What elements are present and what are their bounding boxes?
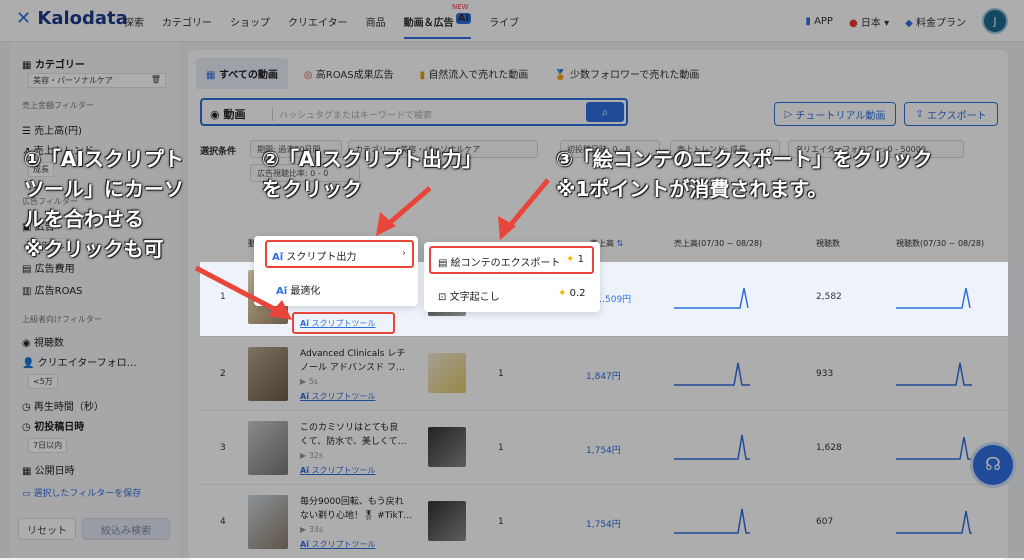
transcript-icon: ⊡ <box>438 292 447 303</box>
annotation-step1: ①「AIスクリプト ツール」にカーソ ルを合わせる ※クリックも可 <box>24 144 184 264</box>
transcript-item[interactable]: ⊡ 文字起こし <box>438 288 500 303</box>
annotation-step3-line1: ③「絵コンテのエクスポート」をクリック <box>556 147 933 171</box>
transcript-label: 文字起こし <box>449 292 500 303</box>
row-rank: 1 <box>220 292 226 302</box>
annotation-step1-line1: ①「AIスクリプト <box>24 147 184 171</box>
sales-sparkline <box>674 287 749 309</box>
highlight-ai-script-tool <box>292 312 395 334</box>
annotation-step1-line4: ※クリックも可 <box>24 237 164 261</box>
annotation-step2-line2: をクリック <box>262 177 362 201</box>
transcript-cost-value: 0.2 <box>569 288 586 299</box>
sparkle-icon: ✦ <box>558 288 567 299</box>
views-sparkline <box>896 287 971 309</box>
annotation-step3-line2: ※1ポイントが消費されます。 <box>556 177 828 201</box>
highlight-script-output <box>265 240 414 268</box>
ai-icon: Aǐ <box>276 286 288 297</box>
highlight-storyboard-export <box>429 246 594 274</box>
row-views: 2,582 <box>816 292 842 302</box>
annotation-step2-line1: ②「AIスクリプト出力」 <box>262 147 482 171</box>
transcript-cost: ✦ 0.2 <box>558 288 585 299</box>
optimize-label: 最適化 <box>290 286 321 297</box>
annotation-step2: ②「AIスクリプト出力」 をクリック <box>262 144 482 204</box>
row-sales: …509円 <box>596 295 632 305</box>
annotation-step1-line3: ルを合わせる <box>24 207 144 231</box>
annotation-step1-line2: ツール」にカーソ <box>24 177 184 201</box>
annotation-step3: ③「絵コンテのエクスポート」をクリック ※1ポイントが消費されます。 <box>556 144 932 204</box>
optimize-item[interactable]: Aǐ 最適化 <box>276 282 320 297</box>
